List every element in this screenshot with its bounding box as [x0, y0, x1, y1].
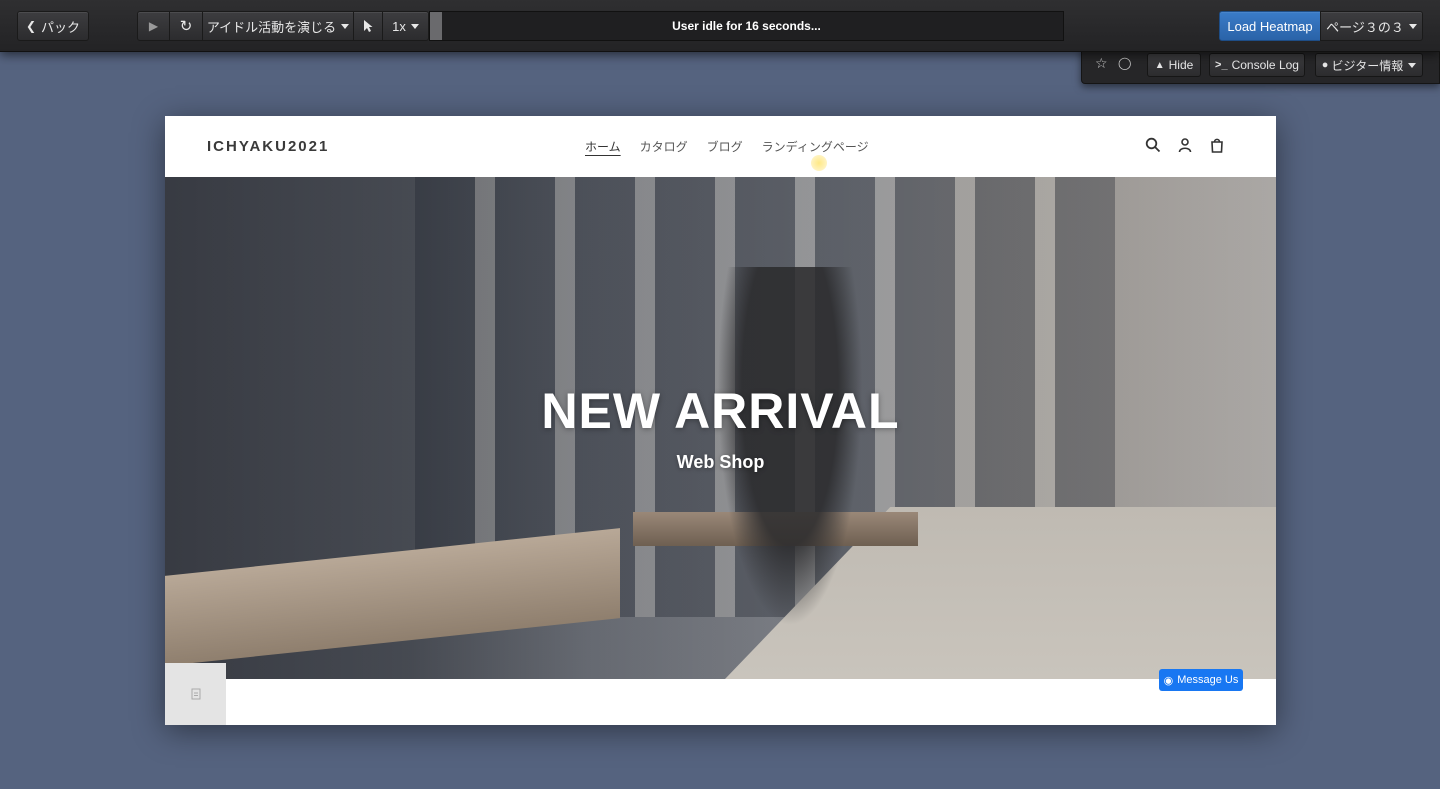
cart-icon[interactable] [1208, 136, 1226, 154]
hero-banner[interactable]: NEW ARRIVAL Web Shop [165, 177, 1276, 679]
terminal-icon: >_ [1215, 59, 1228, 71]
visitor-info-label: ビジター情報 [1331, 58, 1404, 73]
site-logo[interactable]: ICHYAKU2021 [207, 138, 329, 155]
chevron-left-icon: ❮ [25, 19, 37, 33]
nav-item-landing[interactable]: ランディングページ [762, 138, 869, 155]
recorded-website-frame: ICHYAKU2021 ホーム カタログ ブログ ランディングページ NEW A… [165, 116, 1276, 725]
chevron-down-icon [341, 23, 350, 29]
chevron-down-icon [1408, 62, 1417, 68]
chevron-down-icon [410, 23, 419, 29]
cursor-toggle-button[interactable] [353, 11, 383, 41]
user-icon: ● [1321, 59, 1329, 71]
speed-dropdown[interactable]: 1x [382, 11, 429, 41]
chevron-up-icon: ▲ [1154, 59, 1165, 71]
restart-button[interactable]: ↻ [169, 11, 203, 41]
messenger-button[interactable]: ◉ Message Us [1159, 669, 1243, 691]
play-mode-dropdown[interactable]: アイドル活動を演じる [202, 11, 354, 41]
chevron-down-icon [1408, 23, 1417, 29]
load-heatmap-label: Load Heatmap [1227, 18, 1313, 34]
document-badge[interactable] [165, 663, 226, 725]
eye-slash-icon[interactable]: ◯ [1118, 56, 1131, 70]
console-log-button[interactable]: >_ Console Log [1209, 53, 1305, 77]
status-text: User idle for 16 seconds... [672, 19, 821, 33]
play-icon: ▶ [148, 19, 159, 33]
visitor-info-dropdown[interactable]: ● ビジター情報 [1315, 53, 1423, 77]
messenger-label: Message Us [1177, 674, 1239, 686]
document-icon [191, 688, 200, 700]
page-selector-dropdown[interactable]: ページ３の３ [1320, 11, 1423, 41]
play-mode-label: アイドル活動を演じる [206, 19, 337, 35]
refresh-icon: ↻ [179, 18, 193, 35]
timeline-scrubber[interactable]: User idle for 16 seconds... [429, 11, 1064, 41]
console-log-label: Console Log [1231, 58, 1299, 72]
site-header: ICHYAKU2021 ホーム カタログ ブログ ランディングページ [165, 116, 1276, 177]
nav-item-home[interactable]: ホーム [585, 138, 621, 155]
messenger-icon: ◉ [1163, 674, 1174, 687]
recorded-cursor [811, 155, 827, 171]
page-selector-label: ページ３の３ [1326, 19, 1404, 35]
nav-item-catalog[interactable]: カタログ [640, 138, 688, 155]
star-icon[interactable]: ☆ [1095, 55, 1108, 72]
hero-title: NEW ARRIVAL [541, 383, 900, 439]
search-icon[interactable] [1144, 136, 1162, 154]
account-icon[interactable] [1176, 136, 1194, 154]
speed-label: 1x [392, 18, 406, 34]
site-nav: ホーム カタログ ブログ ランディングページ [585, 138, 869, 155]
back-button-label: パック [41, 19, 81, 35]
back-button[interactable]: ❮ パック [17, 11, 89, 41]
play-button[interactable]: ▶ [137, 11, 170, 41]
hero-background-bench [165, 528, 620, 666]
load-heatmap-button[interactable]: Load Heatmap [1219, 11, 1321, 41]
hero-subtitle: Web Shop [676, 452, 765, 472]
header-icons [1144, 136, 1226, 154]
hide-label: Hide [1168, 58, 1194, 72]
nav-item-blog[interactable]: ブログ [707, 138, 743, 155]
cursor-arrow-icon [364, 20, 373, 32]
hide-button[interactable]: ▲ Hide [1147, 53, 1201, 77]
replay-toolbar: ❮ パック ▶ ↻ アイドル活動を演じる 1x User idle for 16… [0, 0, 1440, 52]
